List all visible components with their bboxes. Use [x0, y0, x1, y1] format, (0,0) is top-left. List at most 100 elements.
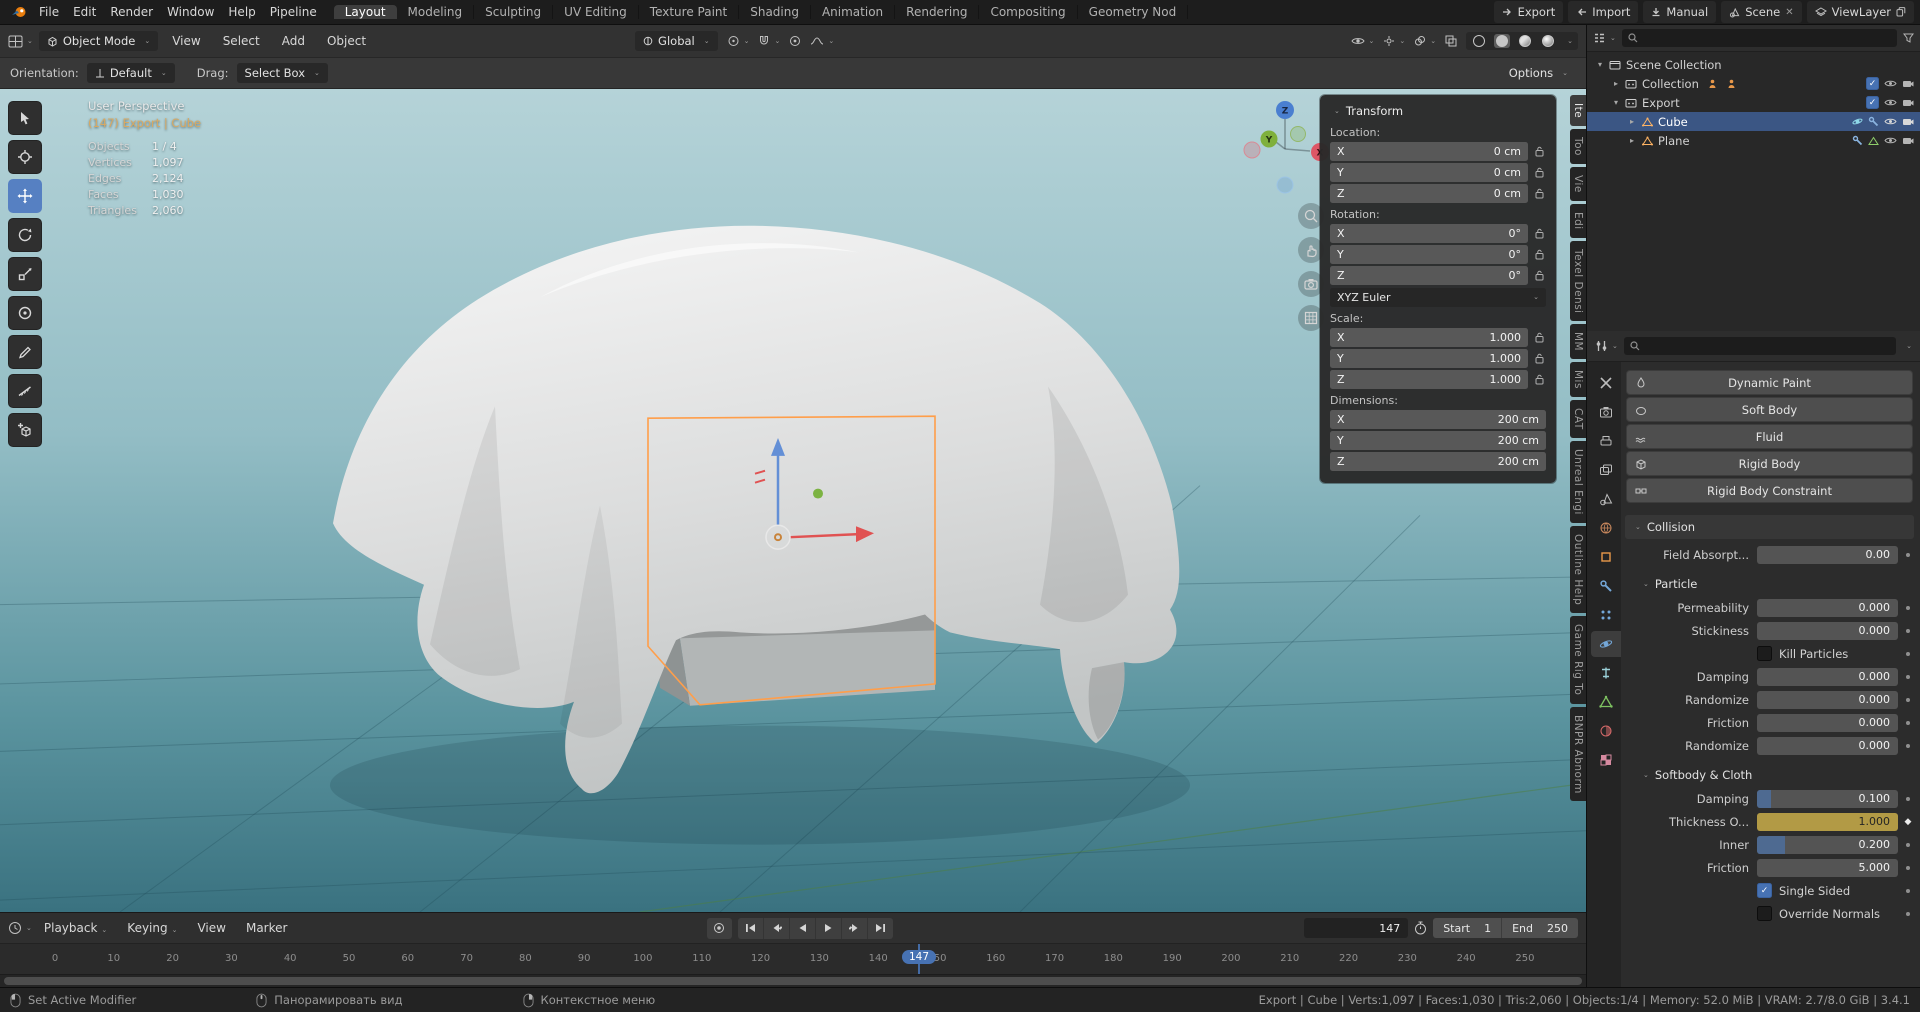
animate-dot[interactable]: [1902, 629, 1914, 633]
hide-eye-icon[interactable]: [1884, 136, 1897, 145]
particle-damping-field[interactable]: 0.000: [1757, 668, 1898, 686]
render-camera-icon[interactable]: [1902, 79, 1914, 88]
hide-eye-icon[interactable]: [1884, 79, 1897, 88]
particle-randomize-field[interactable]: 0.000: [1757, 691, 1898, 709]
cloth-friction-field[interactable]: 5.000: [1757, 859, 1898, 877]
lock-icon[interactable]: [1533, 228, 1546, 239]
dynamic-paint-button[interactable]: Dynamic Paint: [1626, 370, 1913, 395]
tool-measure[interactable]: [8, 374, 42, 408]
kill-particles-checkbox[interactable]: [1757, 646, 1772, 661]
tool-cursor[interactable]: [8, 140, 42, 174]
manual-button[interactable]: Manual: [1643, 1, 1716, 23]
menu-render[interactable]: Render: [103, 5, 160, 19]
outliner-row-scene-collection[interactable]: ▾ Scene Collection: [1587, 55, 1920, 74]
animate-dot[interactable]: [1902, 843, 1914, 847]
current-frame-field[interactable]: 147: [1304, 918, 1408, 938]
tab-object[interactable]: [1591, 544, 1621, 570]
tool-annotate[interactable]: [8, 335, 42, 369]
chevron-down-icon[interactable]: ⌄: [1567, 38, 1573, 45]
dimensions-x-field[interactable]: X200 cm: [1330, 410, 1546, 429]
timeline-tick[interactable]: 10: [99, 953, 129, 964]
workspace-tab-animation[interactable]: Animation: [811, 5, 895, 19]
timeline-tick[interactable]: 130: [804, 953, 834, 964]
thickness-inner-slider[interactable]: 0.200: [1757, 836, 1898, 854]
workspace-tab-compositing[interactable]: Compositing: [979, 5, 1077, 19]
timeline-scrollbar-thumb[interactable]: [4, 977, 1582, 985]
sidebar-tab-item[interactable]: Ite: [1570, 95, 1587, 126]
menu-select[interactable]: Select: [215, 30, 268, 52]
editor-type-button[interactable]: ⌄: [8, 35, 33, 48]
exclude-checkbox[interactable]: ✓: [1866, 77, 1879, 90]
collision-section-header[interactable]: ⌄ Collision: [1625, 515, 1914, 539]
timeline-tick[interactable]: 80: [510, 953, 540, 964]
outliner-search-input[interactable]: [1622, 29, 1897, 47]
outliner-row-export[interactable]: ▾ Export ✓: [1587, 93, 1920, 112]
workspace-tab-sculpting[interactable]: Sculpting: [474, 5, 553, 19]
timeline-tick[interactable]: 100: [628, 953, 658, 964]
menu-keying[interactable]: Keying⌄: [119, 917, 185, 939]
location-y-field[interactable]: Y0 cm: [1330, 163, 1528, 182]
xray-toggle[interactable]: [1445, 35, 1457, 47]
visibility-dropdown[interactable]: ⌄: [1351, 36, 1375, 46]
scale-x-field[interactable]: X1.000: [1330, 328, 1528, 347]
timeline-tick[interactable]: 40: [275, 953, 305, 964]
axis-neg-z-ball[interactable]: [1277, 177, 1293, 193]
prev-keyframe-button[interactable]: [764, 918, 790, 939]
field-absorption-field[interactable]: 0.00: [1757, 546, 1898, 564]
tab-physics[interactable]: [1591, 631, 1621, 657]
stickiness-field[interactable]: 0.000: [1757, 622, 1898, 640]
tool-add-cube[interactable]: [8, 413, 42, 447]
render-camera-icon[interactable]: [1902, 136, 1914, 145]
properties-search-input[interactable]: [1624, 337, 1896, 355]
rotation-mode-dropdown[interactable]: XYZ Euler ⌄: [1330, 288, 1546, 307]
dimensions-y-field[interactable]: Y200 cm: [1330, 431, 1546, 450]
lock-icon[interactable]: [1533, 353, 1546, 364]
timeline-tick[interactable]: 240: [1451, 953, 1481, 964]
rotation-y-field[interactable]: Y0°: [1330, 245, 1528, 264]
timeline-tick[interactable]: 110: [687, 953, 717, 964]
tab-modifiers[interactable]: [1591, 573, 1621, 599]
tab-render[interactable]: [1591, 399, 1621, 425]
disclosure-icon[interactable]: ▸: [1625, 136, 1639, 145]
location-z-field[interactable]: Z0 cm: [1330, 184, 1528, 203]
sidebar-tab-texel-density[interactable]: Texel Densi: [1570, 241, 1587, 322]
scene-selector[interactable]: Scene ✕: [1721, 1, 1801, 23]
keyframe-diamond[interactable]: ◆: [1902, 817, 1914, 827]
gizmos-toggle[interactable]: ⌄: [1383, 35, 1405, 47]
workspace-tab-shading[interactable]: Shading: [739, 5, 811, 19]
animate-dot[interactable]: [1902, 721, 1914, 725]
jump-to-end-button[interactable]: [868, 918, 893, 939]
timeline-tick[interactable]: 210: [1275, 953, 1305, 964]
sidebar-tab-mis[interactable]: Mis: [1570, 362, 1587, 397]
pivot-point-button[interactable]: ⌄: [727, 35, 750, 47]
timeline-tick[interactable]: 120: [746, 953, 776, 964]
softbody-damping-slider[interactable]: 0.100: [1757, 790, 1898, 808]
tool-scale[interactable]: [8, 257, 42, 291]
timeline-tick[interactable]: 230: [1392, 953, 1422, 964]
disclosure-icon[interactable]: ▸: [1625, 117, 1639, 126]
exclude-checkbox[interactable]: ✓: [1866, 96, 1879, 109]
sidebar-tab-cat[interactable]: CAT: [1570, 400, 1587, 438]
menu-timeline-view[interactable]: View: [189, 917, 233, 939]
shading-rendered[interactable]: [1540, 34, 1556, 48]
tool-transform[interactable]: [8, 296, 42, 330]
animate-dot[interactable]: [1902, 675, 1914, 679]
particle-section-header[interactable]: ⌄ Particle: [1623, 572, 1916, 596]
gizmo-y-handle[interactable]: [813, 489, 823, 499]
shading-wireframe[interactable]: [1471, 34, 1487, 48]
rotation-z-field[interactable]: Z0°: [1330, 266, 1528, 285]
outliner-row-cube[interactable]: ▸ Cube: [1587, 112, 1920, 131]
tab-world[interactable]: [1591, 515, 1621, 541]
sidebar-tab-mm[interactable]: MM: [1570, 324, 1587, 359]
tab-material[interactable]: [1591, 718, 1621, 744]
workspace-tab-rendering[interactable]: Rendering: [895, 5, 979, 19]
animate-dot[interactable]: [1902, 797, 1914, 801]
timeline-tick[interactable]: 50: [334, 953, 364, 964]
tab-texture[interactable]: [1591, 747, 1621, 773]
menu-edit[interactable]: Edit: [66, 5, 103, 19]
proportional-falloff-button[interactable]: ⌄: [810, 36, 834, 46]
export-button[interactable]: Export: [1494, 1, 1564, 23]
thickness-outer-slider[interactable]: 1.000: [1757, 813, 1898, 831]
sidebar-tab-tool[interactable]: Too: [1570, 129, 1587, 164]
options-dropdown[interactable]: Options ⌄: [1501, 63, 1576, 83]
